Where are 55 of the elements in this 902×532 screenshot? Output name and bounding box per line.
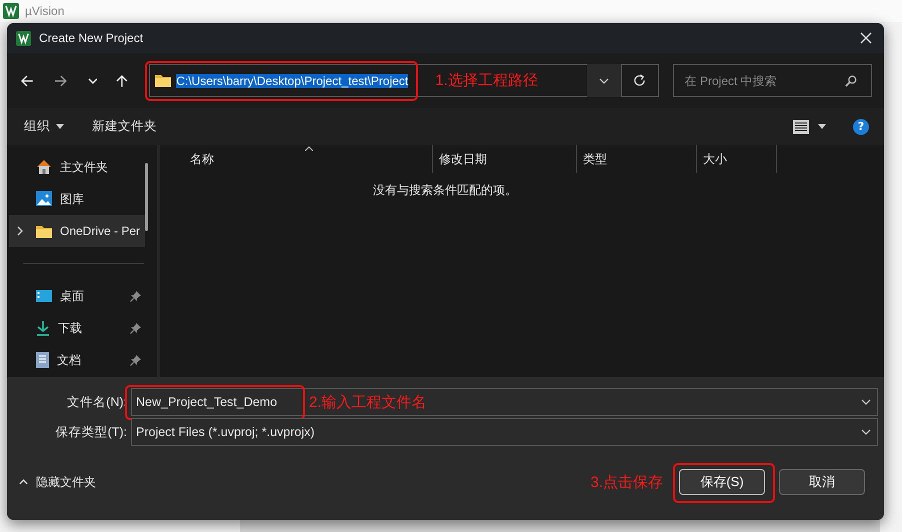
scrollbar-thumb[interactable]	[145, 163, 148, 231]
list-view-icon	[793, 120, 809, 134]
forward-arrow-icon[interactable]	[54, 74, 68, 88]
sort-caret-icon	[305, 146, 313, 151]
app-logo-icon	[3, 3, 19, 19]
column-header[interactable]: 修改日期	[433, 145, 577, 173]
sidebar-item[interactable]: 图库	[9, 183, 145, 215]
house-icon	[36, 159, 52, 175]
desktop-icon	[36, 290, 52, 302]
field-label: 文件名(N):	[66, 394, 128, 410]
caret-icon	[818, 124, 826, 129]
view-menu-button[interactable]	[791, 118, 828, 136]
search-input[interactable]: 在 Project 中搜索	[682, 72, 845, 88]
chevron-down-icon[interactable]	[88, 78, 98, 84]
annotation-text: 1.选择工程路径	[435, 71, 538, 90]
dialog-title: Create New Project	[39, 31, 144, 45]
refresh-icon	[633, 74, 646, 87]
sidebar-item[interactable]: 下载	[9, 312, 145, 344]
chevron-down-icon	[599, 78, 610, 84]
field-label: 保存类型(T):	[54, 424, 128, 440]
back-arrow-icon[interactable]	[20, 74, 34, 88]
sidebar-item[interactable]: 主文件夹	[9, 151, 145, 183]
organize-menu-button[interactable]: 组织	[17, 114, 71, 139]
picture-icon	[36, 191, 52, 207]
help-button[interactable]: ?	[853, 118, 869, 134]
cancel-button[interactable]: 取消	[779, 469, 865, 495]
sidebar-item[interactable]: 文档	[9, 344, 145, 376]
hide-folders-button[interactable]: 隐藏文件夹	[19, 474, 96, 490]
file-type-dropdown[interactable]: Project Files (*.uvproj; *.uvprojx)	[131, 418, 878, 446]
chevron-up-icon	[19, 479, 28, 485]
document-icon	[36, 352, 49, 368]
chevron-right-icon	[17, 226, 23, 236]
column-header[interactable]: 名称	[160, 145, 433, 173]
column-header[interactable]: 大小	[697, 145, 777, 173]
folder-icon	[36, 224, 52, 238]
new-folder-button[interactable]: 新建文件夹	[85, 114, 164, 139]
column-header[interactable]: 类型	[577, 145, 697, 173]
empty-message: 没有与搜索条件匹配的项。	[372, 182, 518, 199]
download-icon	[36, 320, 50, 336]
caret-icon	[56, 124, 64, 129]
chevron-down-icon	[861, 429, 871, 435]
search-icon	[844, 74, 857, 86]
save-button[interactable]: 保存(S)	[679, 469, 765, 495]
annotation-text: 3.点击保存	[590, 472, 663, 492]
app-logo-icon	[16, 30, 31, 46]
chevron-down-icon	[861, 399, 871, 405]
search-field[interactable]: 在 Project 中搜索	[672, 64, 872, 97]
annotation-text: 2.输入工程文件名	[309, 392, 427, 412]
close-icon[interactable]	[860, 32, 872, 44]
sidebar-item[interactable]: 桌面	[9, 280, 145, 312]
folder-icon	[155, 74, 172, 87]
app-title: µVision	[25, 4, 64, 18]
sidebar-item[interactable]: OneDrive - Per	[9, 215, 145, 247]
up-arrow-icon[interactable]	[115, 74, 130, 88]
refresh-button[interactable]	[621, 64, 659, 97]
